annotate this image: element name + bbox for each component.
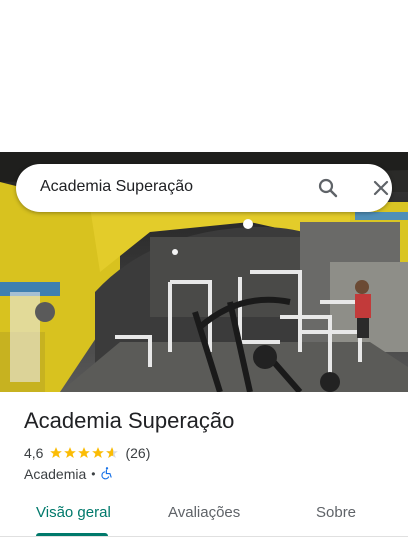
tab-reviews[interactable]: Avaliações [168,504,240,521]
tab-about[interactable]: Sobre [316,504,356,521]
map-blank-area [0,0,408,152]
rating-stars [49,446,119,460]
category-row: Academia • [24,465,114,483]
search-icon[interactable] [316,176,340,200]
close-icon[interactable] [369,176,393,200]
star-icon [78,447,91,458]
wheelchair-accessible-icon [100,466,114,483]
search-input[interactable]: Academia Superação [40,178,193,196]
search-bar[interactable]: Academia Superação [16,164,392,212]
star-half-icon [106,447,119,458]
tab-overview[interactable]: Visão geral [36,504,111,521]
star-icon [92,447,105,458]
place-category: Academia [24,466,87,482]
star-icon [50,447,63,458]
review-count[interactable]: (26) [125,445,150,461]
place-tabs: Visão geral Avaliações Sobre [0,498,408,536]
separator-dot: • [91,467,96,481]
rating-row[interactable]: 4,6 (26) [24,444,150,462]
star-icon [64,447,77,458]
place-title: Academia Superação [24,408,235,433]
rating-value: 4,6 [24,445,44,461]
tabs-divider [0,536,408,537]
